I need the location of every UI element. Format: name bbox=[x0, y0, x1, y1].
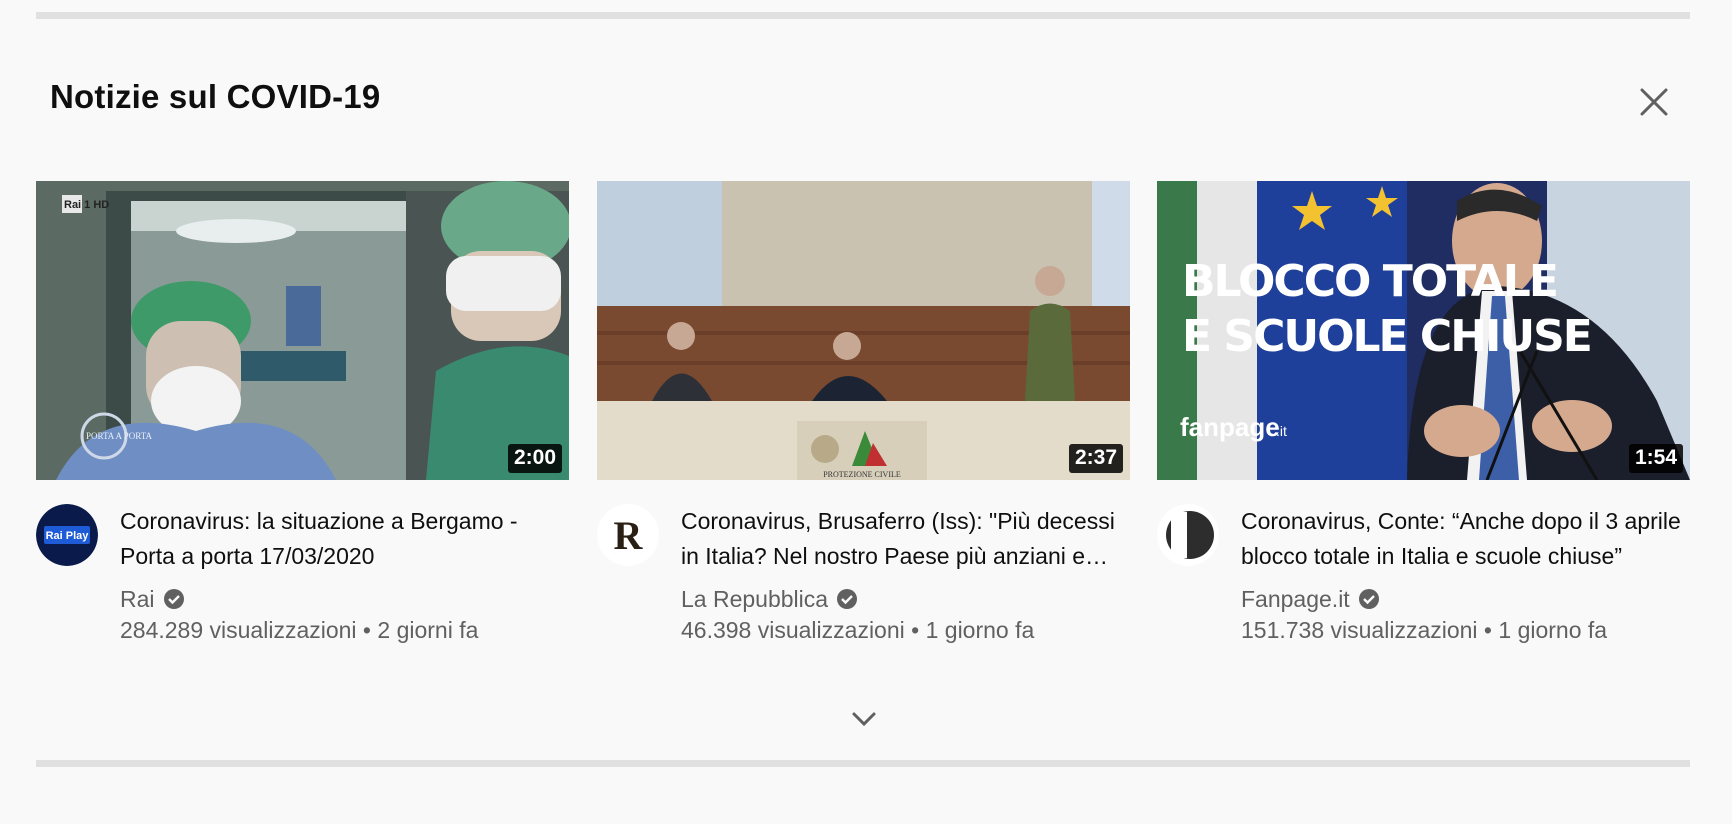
svg-text:R: R bbox=[614, 513, 644, 558]
video-thumbnail[interactable]: BLOCCO TOTALE E SCUOLE CHIUSE fanpage .i… bbox=[1157, 181, 1690, 480]
chevron-down-icon bbox=[852, 712, 876, 727]
channel-avatar[interactable]: Rai Play bbox=[36, 504, 98, 566]
top-divider bbox=[36, 12, 1690, 19]
channel-avatar[interactable]: R bbox=[597, 504, 659, 566]
upload-age: 1 giorno fa bbox=[925, 617, 1035, 643]
close-button[interactable] bbox=[1636, 84, 1672, 120]
video-stats: 151.738 visualizzazioni • 1 giorno fa bbox=[1241, 617, 1608, 643]
thumb-logo-bottom: PORTA A PORTA bbox=[86, 431, 152, 441]
thumb-brand: fanpage bbox=[1180, 412, 1280, 442]
view-count: 151.738 visualizzazioni bbox=[1241, 617, 1478, 643]
video-card[interactable]: PROTEZIONE CIVILE 2:37 R Coronavirus, Br… bbox=[597, 181, 1130, 643]
view-count: 284.289 visualizzazioni bbox=[120, 617, 357, 643]
thumb-podium-text: PROTEZIONE CIVILE bbox=[823, 470, 901, 479]
channel-avatar[interactable]: f bbox=[1157, 504, 1219, 566]
thumb-brand-suffix: .it bbox=[1276, 423, 1287, 439]
duration-badge: 2:00 bbox=[507, 444, 562, 473]
thumb-headline-line1: BLOCCO TOTALE bbox=[1182, 256, 1557, 307]
verified-badge-icon bbox=[163, 589, 184, 609]
upload-age: 2 giorni fa bbox=[377, 617, 479, 643]
verified-badge-icon bbox=[1358, 589, 1379, 609]
expand-button[interactable] bbox=[848, 706, 880, 732]
rai-play-logo: Rai Play bbox=[36, 504, 98, 566]
upload-age: 1 giorno fa bbox=[1498, 617, 1608, 643]
channel-name[interactable]: Fanpage.it bbox=[1241, 584, 1350, 614]
shelf-title: Notizie sul COVID-19 bbox=[50, 78, 381, 115]
verified-badge-icon bbox=[837, 589, 858, 609]
duration-badge: 2:37 bbox=[1068, 444, 1123, 473]
svg-text:Rai Play: Rai Play bbox=[46, 530, 90, 542]
thumbnail-image: BLOCCO TOTALE E SCUOLE CHIUSE fanpage .i… bbox=[1157, 181, 1690, 480]
bottom-divider bbox=[36, 760, 1690, 767]
video-title[interactable]: Coronavirus, Conte: “Anche dopo il 3 apr… bbox=[1241, 504, 1681, 574]
thumb-logo-top: Rai 1 HD bbox=[64, 199, 109, 211]
video-card[interactable]: Rai 1 HD PORTA A PORTA 2:00 Rai Play Cor… bbox=[36, 181, 569, 643]
duration-badge: 1:54 bbox=[1628, 444, 1683, 473]
channel-name[interactable]: Rai bbox=[120, 584, 155, 614]
video-title[interactable]: Coronavirus: la situazione a Bergamo - P… bbox=[120, 504, 560, 574]
repubblica-logo: R bbox=[597, 504, 659, 566]
view-count: 46.398 visualizzazioni bbox=[681, 617, 905, 643]
thumbnail-image: PROTEZIONE CIVILE bbox=[597, 181, 1130, 480]
video-card[interactable]: BLOCCO TOTALE E SCUOLE CHIUSE fanpage .i… bbox=[1157, 181, 1690, 643]
video-thumbnail[interactable]: PROTEZIONE CIVILE 2:37 bbox=[597, 181, 1130, 480]
close-icon bbox=[1640, 88, 1668, 116]
video-title[interactable]: Coronavirus, Brusaferro (Iss): "Più dece… bbox=[681, 504, 1121, 574]
channel-name[interactable]: La Repubblica bbox=[681, 584, 828, 614]
svg-text:f: f bbox=[1187, 515, 1200, 556]
thumbnail-image: Rai 1 HD PORTA A PORTA bbox=[36, 181, 569, 480]
video-thumbnail[interactable]: Rai 1 HD PORTA A PORTA 2:00 bbox=[36, 181, 569, 480]
video-stats: 46.398 visualizzazioni • 1 giorno fa bbox=[681, 617, 1035, 643]
fanpage-logo: f bbox=[1157, 504, 1219, 566]
video-stats: 284.289 visualizzazioni • 2 giorni fa bbox=[120, 617, 479, 643]
thumb-headline-line2: E SCUOLE CHIUSE bbox=[1182, 311, 1591, 362]
